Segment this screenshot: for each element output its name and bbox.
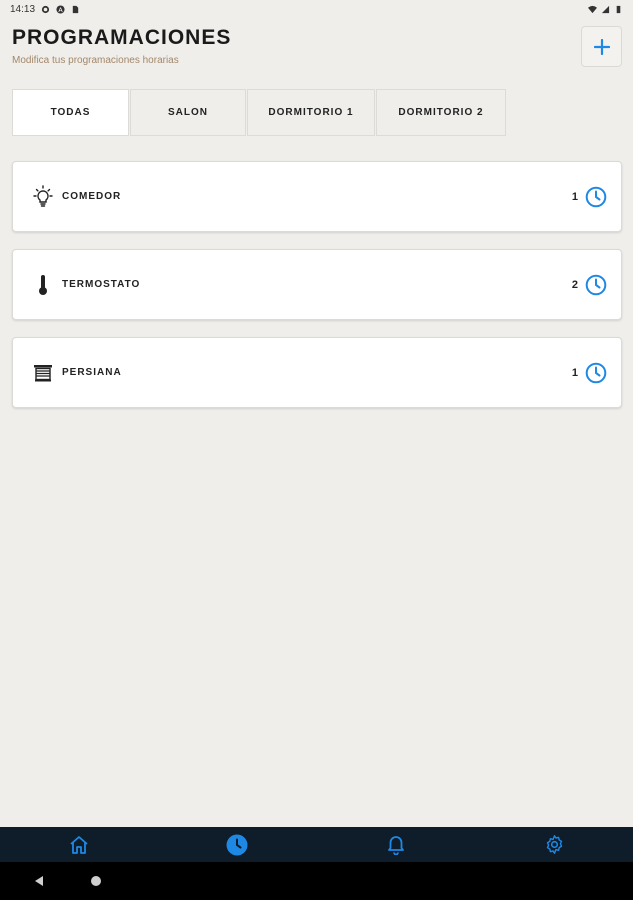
schedule-card-comedor[interactable]: COMEDOR 1 xyxy=(12,161,622,232)
svg-text:A: A xyxy=(58,6,63,13)
clock-icon xyxy=(585,274,607,295)
tab-label: TODAS xyxy=(50,107,91,118)
back-icon[interactable] xyxy=(33,875,45,887)
schedule-label: COMEDOR xyxy=(62,191,122,202)
status-bar: 14:13 A xyxy=(0,0,633,18)
bell-icon xyxy=(388,835,404,855)
nav-home[interactable] xyxy=(59,827,99,862)
schedule-card-persiana[interactable]: PERSIANA 1 xyxy=(12,337,622,408)
status-time: 14:13 xyxy=(10,3,36,15)
blind-icon xyxy=(31,361,55,385)
system-nav-bar xyxy=(0,862,633,900)
schedule-label: TERMOSTATO xyxy=(62,279,141,290)
system-home-button[interactable] xyxy=(91,876,101,886)
app-status-icon: A xyxy=(56,4,65,13)
schedule-count: 2 xyxy=(571,278,578,291)
schedule-card-termostato[interactable]: TERMOSTATO 2 xyxy=(12,249,622,320)
signal-icon xyxy=(601,5,610,13)
nav-notifications[interactable] xyxy=(376,827,416,862)
bottom-nav xyxy=(0,827,633,862)
room-tabs: TODAS SALON DORMITORIO 1 DORMITORIO 2 xyxy=(12,89,507,136)
status-left: 14:13 A xyxy=(10,4,80,15)
schedule-count: 1 xyxy=(571,190,578,203)
tab-todas[interactable]: TODAS xyxy=(12,89,129,136)
nav-schedules[interactable] xyxy=(217,827,257,862)
clock-icon xyxy=(585,362,607,383)
page-title: PROGRAMACIONES xyxy=(12,26,232,49)
light-bulb-icon xyxy=(31,184,55,209)
home-icon xyxy=(70,835,88,854)
thermometer-icon xyxy=(31,273,55,297)
add-schedule-button[interactable] xyxy=(581,26,622,67)
clock-icon xyxy=(585,186,607,207)
tab-label: DORMITORIO 2 xyxy=(398,107,484,118)
settings-status-icon xyxy=(41,5,50,13)
nav-settings[interactable] xyxy=(534,827,574,862)
status-right xyxy=(588,5,623,14)
tab-salon[interactable]: SALON xyxy=(130,89,246,136)
gear-icon xyxy=(546,835,562,854)
tab-dormitorio-2[interactable]: DORMITORIO 2 xyxy=(376,89,506,136)
tab-dormitorio-1[interactable]: DORMITORIO 1 xyxy=(247,89,375,136)
plus-icon xyxy=(593,38,610,55)
tab-label: SALON xyxy=(168,107,208,118)
page-subtitle: Modifica tus programaciones horarias xyxy=(12,55,179,66)
tab-label: DORMITORIO 1 xyxy=(268,107,354,118)
sim-status-icon xyxy=(72,5,79,13)
battery-icon xyxy=(616,5,621,13)
schedule-label: PERSIANA xyxy=(62,367,122,378)
clock-icon xyxy=(226,834,248,855)
wifi-icon xyxy=(588,5,597,13)
schedule-count: 1 xyxy=(571,366,578,379)
